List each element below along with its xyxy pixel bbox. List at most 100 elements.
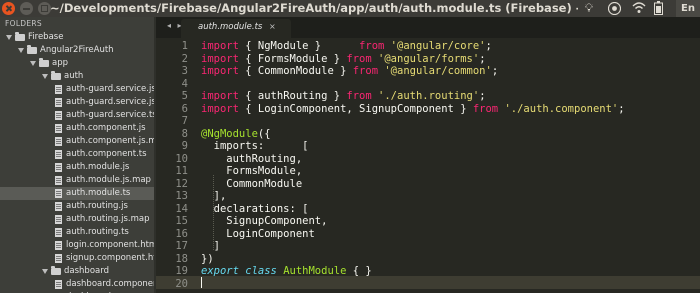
file-icon [55, 254, 62, 263]
tree-file[interactable]: auth-guard.service.ts [0, 109, 156, 122]
code-line[interactable]: CommonModule [201, 178, 302, 191]
file-icon [55, 85, 62, 94]
disclosure-arrow-icon[interactable] [6, 35, 12, 40]
tree-item-label: auth-guard.service.js.map [66, 97, 156, 107]
code-token: import [201, 52, 239, 65]
tree-item-label: auth.routing.ts [66, 227, 129, 237]
tree-folder[interactable]: Firebase [0, 31, 154, 44]
code-token: CommonModule [201, 177, 303, 190]
file-icon [55, 280, 62, 289]
file-icon [55, 228, 62, 237]
tree-file[interactable]: auth.routing.js.map [0, 213, 154, 226]
minimize-window-button[interactable] [20, 2, 33, 15]
code-token: }) [201, 252, 214, 265]
tree-folder[interactable]: Angular2FireAuth [0, 44, 154, 57]
folder-icon [27, 45, 37, 54]
code-line[interactable]: import { NgModule } from '@angular/core'… [201, 40, 492, 53]
close-window-button[interactable] [2, 2, 15, 15]
tree-item-label: Angular2FireAuth [40, 45, 114, 55]
line-number: 16 [175, 227, 188, 240]
disclosure-arrow-icon[interactable] [42, 74, 48, 79]
code-line[interactable]: declarations: [ [201, 203, 309, 216]
tree-file[interactable]: auth-guard.service.js [0, 83, 156, 96]
tree-file[interactable]: auth.routing.ts [0, 226, 154, 239]
tree-file[interactable]: signup.component.html [0, 252, 156, 265]
file-icon [55, 163, 62, 172]
code-line[interactable]: }) [201, 253, 214, 266]
line-number: 6 [181, 102, 188, 115]
tree-file[interactable]: auth.component.ts [0, 148, 154, 161]
tree-folder[interactable]: app [0, 57, 154, 70]
line-number: 9 [181, 140, 188, 152]
disclosure-arrow-icon[interactable] [30, 61, 36, 66]
folder-icon [39, 58, 49, 67]
tree-item-label: auth.component.ts [66, 149, 147, 159]
code-line[interactable]: @NgModule({ [201, 128, 271, 141]
line-number: 4 [181, 77, 188, 90]
line-number: 5 [181, 90, 188, 102]
code-line[interactable]: import { CommonModule } from '@angular/c… [201, 65, 498, 78]
code-token: '@angular/common' [384, 65, 492, 77]
tree-item-label: auth-guard.service.ts [66, 110, 156, 120]
tree-file[interactable]: auth.module.js [0, 161, 154, 174]
code-line[interactable]: SignupComponent, [201, 215, 327, 228]
tree-file[interactable]: auth.module.js.map [0, 174, 154, 187]
tree-file[interactable]: dashboard.component.html [0, 278, 156, 291]
tree-file[interactable]: auth-guard.service.js.map [0, 96, 156, 109]
code-token: from [472, 102, 499, 115]
file-icon [55, 137, 62, 146]
tree-folder[interactable]: dashboard [0, 265, 154, 278]
tree-item-label: auth.module.js [66, 162, 130, 172]
code-line[interactable]: FormsModule, [201, 165, 302, 178]
file-icon [55, 150, 62, 159]
line-number: 11 [175, 165, 188, 177]
chrome-icon[interactable] [607, 1, 621, 16]
disclosure-arrow-icon[interactable] [18, 48, 24, 53]
tree-file[interactable]: auth.routing.js [0, 200, 154, 213]
tree-item-label: auth.component.js.map [66, 136, 156, 146]
tree-file[interactable]: login.component.html [0, 239, 156, 252]
code-token: from [352, 65, 379, 77]
tree-file[interactable]: auth.component.js [0, 122, 154, 135]
tree-file[interactable]: auth.component.js.map [0, 135, 156, 148]
line-number: 8 [181, 127, 188, 140]
code-line[interactable]: export class AuthModule { } [201, 265, 372, 278]
line-number: 12 [175, 177, 188, 190]
battery-icon[interactable] [653, 1, 664, 16]
indent-guide [213, 175, 214, 250]
code-editor[interactable]: 1 2 3 4 5 6 7 8 9 10 11 12 13 14 15 16 17 18 19 20 import {… [156, 38, 700, 293]
line-number: 2 [181, 52, 188, 65]
code-token: ({ [257, 127, 271, 140]
wifi-icon[interactable] [632, 1, 646, 16]
tree-item-label: login.component.html [66, 240, 156, 250]
tree-item-label: auth.routing.js [66, 201, 128, 211]
code-line[interactable]: import { LoginComponent, SignupComponent… [201, 103, 625, 116]
tab-close-icon[interactable]: × [269, 22, 276, 31]
code-token: { CommonModule } [238, 65, 353, 77]
folder-sidebar: FOLDERS Firebase Angular2FireAuth app auth a… [0, 17, 156, 293]
code-line[interactable]: LoginComponent [201, 228, 315, 241]
tab-auth-module-ts[interactable]: auth.module.ts × [181, 19, 291, 38]
line-number: 14 [175, 202, 188, 215]
disclosure-arrow-icon[interactable] [42, 269, 48, 274]
tree-item-label: dashboard [64, 266, 109, 276]
code-line[interactable]: import { authRouting } from './auth.rout… [201, 90, 486, 103]
tree-item-label: auth-guard.service.js [66, 84, 156, 94]
lightbulb-icon[interactable]: 💡︎ [583, 1, 595, 16]
code-token: SignupComponent, [201, 215, 328, 227]
keyboard-language-indicator[interactable]: En [676, 0, 700, 17]
code-token: import [201, 65, 239, 77]
code-line[interactable]: import { FormsModule } from '@angular/fo… [201, 53, 486, 66]
tree-file[interactable]: auth.module.ts [0, 187, 154, 200]
code-token: { } [346, 265, 372, 277]
code-line[interactable]: ] [201, 240, 220, 253]
tree-item-label: auth.routing.js.map [66, 214, 150, 224]
code-line[interactable]: imports: [ [201, 140, 309, 153]
code-token: { authRouting } [238, 90, 347, 102]
line-number: 19 [175, 265, 188, 277]
code-token: authRouting, [201, 152, 303, 165]
code-line[interactable]: authRouting, [201, 153, 302, 166]
line-number: 15 [175, 215, 188, 227]
line-number: 1 [181, 40, 188, 52]
tree-folder[interactable]: auth [0, 70, 154, 83]
